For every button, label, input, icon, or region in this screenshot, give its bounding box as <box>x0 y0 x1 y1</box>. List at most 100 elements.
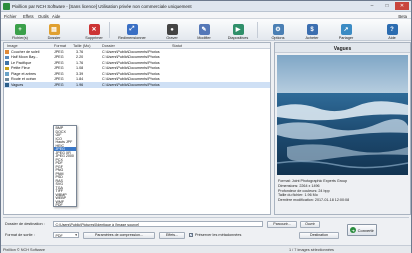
delete-icon: ✕ <box>88 24 100 35</box>
file-name: Route et océan <box>11 77 37 82</box>
buy-button[interactable]: $ Acheter <box>301 20 323 40</box>
menu-effets[interactable]: Effets <box>23 14 34 19</box>
toolbar-separator <box>257 22 258 38</box>
output-format-value: PDF <box>55 233 63 238</box>
format-option[interactable]: PDF <box>54 203 76 207</box>
minimize-button[interactable]: – <box>365 2 379 10</box>
effects-button[interactable]: Effets... <box>159 232 185 239</box>
file-format: JPEG <box>54 55 64 60</box>
thumbnail <box>5 61 9 65</box>
maximize-button[interactable]: □ <box>380 2 394 10</box>
file-size: 1.08 <box>76 66 84 71</box>
edit-icon: ✎ <box>198 24 210 35</box>
resize-button[interactable]: ⤢ Redimensionner <box>117 20 147 40</box>
column-header-folder[interactable]: Dossier <box>102 44 115 48</box>
toolbar-label: Modifier <box>197 36 211 40</box>
format-dropdown-list[interactable]: BMP DOCX GIF ICO Hauts JPF HEIC JPEG JPE… <box>53 125 77 207</box>
file-format: JPEG <box>54 71 64 76</box>
window-title: Pixillion par NCH Software - [Sans licen… <box>12 4 192 9</box>
file-size: 3.39 <box>76 71 84 76</box>
destination-button[interactable]: Destination <box>299 232 339 239</box>
open-destination-button[interactable]: Ouvrir <box>300 221 320 228</box>
thumbnail <box>5 66 9 70</box>
file-size: 2.20 <box>76 55 84 60</box>
toolbar-label: Graver <box>166 36 178 40</box>
thumbnail <box>5 55 9 59</box>
add-files-button[interactable]: + Fichier(s) <box>9 20 31 40</box>
file-folder: C:\Users\Public\Documents\Photos <box>102 82 160 87</box>
preserve-metadata-label: Préserver les métadonnées <box>195 233 242 237</box>
cart-icon: $ <box>306 24 318 35</box>
column-header-image[interactable]: Image <box>7 44 18 48</box>
slideshow-button[interactable]: ▶ Diapositives <box>225 20 251 40</box>
file-folder: C:\Users\Public\Documents\Photos <box>102 77 160 82</box>
file-folder: C:\Users\Public\Documents\Photos <box>102 66 160 71</box>
thumbnail <box>5 77 9 81</box>
burn-disc-icon: ● <box>166 24 178 35</box>
table-row-selected[interactable]: Vagues JPEG 1.96 C:\Users\Public\Documen… <box>4 82 270 88</box>
help-icon: ? <box>386 24 398 35</box>
destination-label: Dossier de destination : <box>5 222 45 226</box>
file-name: Petite Fleur <box>11 66 30 71</box>
column-header-format[interactable]: Format <box>54 44 66 48</box>
column-header-status[interactable]: Statut <box>172 44 182 48</box>
destination-field[interactable]: C:\Users\Public\Pictures\[Identique à l'… <box>53 221 263 227</box>
toolbar-label: Acheter <box>305 36 319 40</box>
output-format-label: Format de sortie : <box>5 233 35 237</box>
file-name: Le Pacifique <box>11 60 32 65</box>
options-button[interactable]: ⚙ Options <box>267 20 289 40</box>
app-icon <box>3 3 10 10</box>
file-format: JPEG <box>54 66 64 71</box>
preview-header: Vagues <box>275 43 410 53</box>
status-bar: Pixillion © NCH Software 1 / 7 images sé… <box>1 245 411 253</box>
share-icon: ↗ <box>340 24 352 35</box>
toolbar-label: Aide <box>388 36 396 40</box>
file-name: Half Moon Bay... <box>11 55 38 60</box>
help-button[interactable]: ? Aide <box>381 20 403 40</box>
remove-button[interactable]: ✕ Supprimer <box>83 20 105 40</box>
toolbar-label: Redimensionner <box>118 36 146 40</box>
toolbar-separator <box>109 22 110 38</box>
toolbar-label: Partager <box>338 36 354 40</box>
file-format: JPEG <box>54 49 64 54</box>
preview-title: Vagues <box>333 45 352 52</box>
file-folder: C:\Users\Public\Documents\Photos <box>102 71 160 76</box>
slideshow-icon: ▶ <box>232 24 244 35</box>
options-icon: ⚙ <box>272 24 284 35</box>
status-copyright: Pixillion © NCH Software <box>3 247 46 252</box>
output-format-select[interactable]: PDF ▾ <box>53 232 79 238</box>
close-button[interactable]: ✕ <box>395 2 409 10</box>
add-folder-button[interactable]: ▤ Dossier <box>43 20 65 40</box>
menu-outils[interactable]: Outils <box>38 14 49 19</box>
resize-icon: ⤢ <box>126 24 138 35</box>
toolbar: + Fichier(s) ▤ Dossier ✕ Supprimer ⤢ Red… <box>1 19 411 41</box>
compression-settings-button[interactable]: Paramètres de compression... <box>83 232 155 239</box>
add-folder-icon: ▤ <box>48 24 60 35</box>
file-size: 1.84 <box>76 77 84 82</box>
preview-pane: Vagues Format: Joint Photographic Expert… <box>274 42 411 215</box>
browse-button[interactable]: Parcourir... <box>267 221 297 228</box>
file-list[interactable]: Image Format Taille (Mo) Dossier Statut … <box>3 42 271 215</box>
beta-label[interactable]: Beta <box>398 14 407 19</box>
preserve-metadata-checkbox[interactable]: ✓ <box>189 233 193 237</box>
convert-label: Convertir <box>357 227 374 233</box>
menu-aide[interactable]: Aide <box>52 14 60 19</box>
file-folder: C:\Users\Public\Documents\Photos <box>102 55 160 60</box>
column-header-size[interactable]: Taille (Mo) <box>73 44 91 48</box>
output-settings: Dossier de destination : C:\Users\Public… <box>3 217 409 245</box>
edit-button[interactable]: ✎ Modifier <box>193 20 215 40</box>
app-window: Pixillion par NCH Software - [Sans licen… <box>0 0 412 253</box>
convert-button[interactable]: ➜ Convertir <box>347 224 377 236</box>
share-button[interactable]: ↗ Partager <box>335 20 357 40</box>
file-folder: C:\Users\Public\Documents\Photos <box>102 60 160 65</box>
burn-button[interactable]: ● Graver <box>161 20 183 40</box>
status-selection-count: 1 / 7 images sélectionnées <box>289 247 334 252</box>
toolbar-label: Supprimer <box>85 36 103 40</box>
title-bar: Pixillion par NCH Software - [Sans licen… <box>1 1 411 12</box>
file-format: JPEG <box>54 60 64 65</box>
add-file-icon: + <box>14 24 26 35</box>
menu-fichier[interactable]: Fichier <box>4 14 17 19</box>
preview-image <box>277 55 408 175</box>
file-size: 1.76 <box>76 60 84 65</box>
thumbnail <box>5 83 9 87</box>
